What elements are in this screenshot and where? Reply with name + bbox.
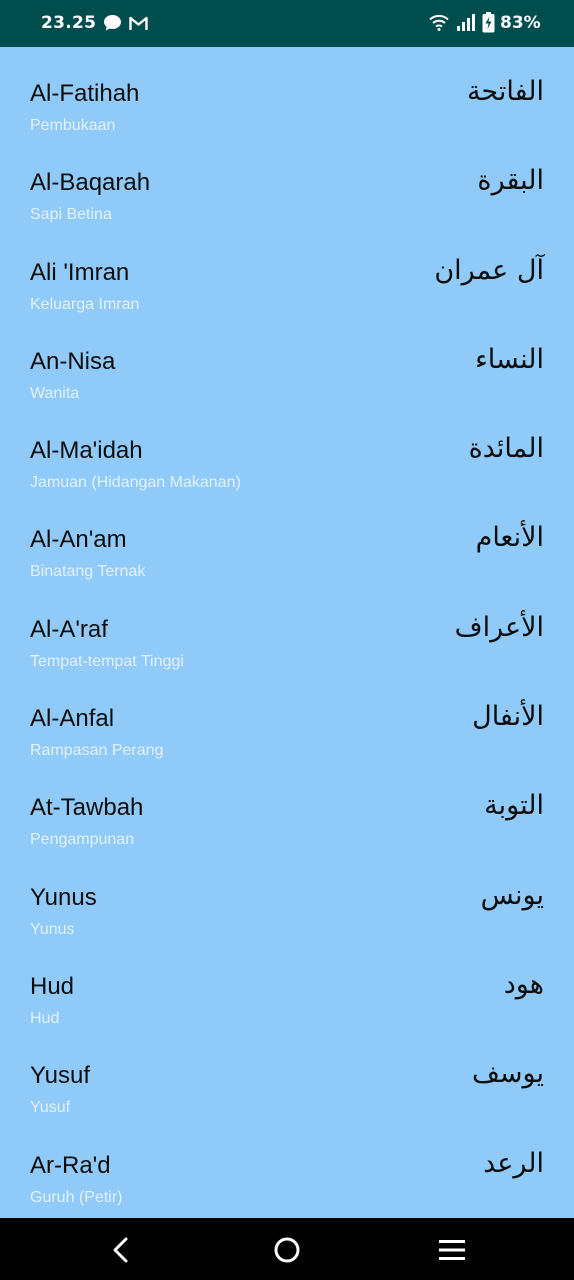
surah-list-item[interactable]: Al-An'am Binatang Ternak الأنعام xyxy=(0,493,574,582)
surah-list-item[interactable]: Ali 'Imran Keluarga Imran آل عمران xyxy=(0,226,574,315)
surah-arabic-name: التوبة xyxy=(484,790,544,822)
status-time: 23.25 xyxy=(41,13,97,33)
surah-meaning: Yusuf xyxy=(30,1099,71,1117)
surah-meaning: Wanita xyxy=(30,384,80,402)
surah-arabic-name: هود xyxy=(503,968,544,1000)
wifi-icon xyxy=(429,14,449,31)
surah-list-item[interactable]: Al-Baqarah Sapi Betina البقرة xyxy=(0,136,574,225)
chat-icon xyxy=(104,15,121,31)
surah-arabic-name: الفاتحة xyxy=(466,76,544,107)
surah-list-item[interactable]: Al-Ma'idah Jamuan (Hidangan Makanan) المائ… xyxy=(0,404,574,493)
surah-latin-name: Al-Baqarah xyxy=(30,169,151,197)
surah-list-item[interactable]: An-Nisa Wanita النساء xyxy=(0,315,574,404)
surah-arabic-name: الأنعام xyxy=(475,522,544,554)
surah-latin-name: Al-An'am xyxy=(30,526,127,554)
surah-latin-name: Al-Anfal xyxy=(30,705,115,733)
surah-meaning: Keluarga Imran xyxy=(30,295,140,313)
surah-meaning: Pengampunan xyxy=(30,831,135,849)
surah-list-item[interactable]: Al-A'raf Tempat-tempat Tinggi الأعراف xyxy=(0,583,574,672)
surah-meaning: Binatang Ternak xyxy=(30,563,146,581)
home-icon[interactable] xyxy=(272,1235,302,1265)
surah-arabic-name: الرعد xyxy=(483,1147,544,1179)
surah-list: Al-Fatihah Pembukaan الفاتحة Al-Baqarah Sapi… xyxy=(0,47,574,1208)
surah-latin-name: At-Tawbah xyxy=(30,794,144,822)
signal-icon xyxy=(457,14,475,31)
surah-arabic-name: الأعراف xyxy=(454,611,544,643)
surah-latin-name: Ar-Ra'd xyxy=(30,1151,111,1179)
menu-icon[interactable] xyxy=(437,1235,467,1265)
surah-latin-name: Hud xyxy=(30,972,75,1000)
surah-meaning: Yunus xyxy=(30,920,75,938)
surah-meaning: Pembukaan xyxy=(30,117,116,134)
surah-latin-name: Ali 'Imran xyxy=(30,258,130,286)
surah-list-item[interactable]: Ar-Ra'd Guruh (Petir) الرعد xyxy=(0,1119,574,1208)
surah-latin-name: Al-A'raf xyxy=(30,615,108,643)
surah-meaning: Guruh (Petir) xyxy=(30,1188,123,1206)
surah-list-item[interactable]: Yusuf Yusuf يوسف xyxy=(0,1029,574,1118)
battery-icon xyxy=(482,12,495,33)
surah-meaning: Rampasan Perang xyxy=(30,742,164,760)
surah-list-item[interactable]: Al-Anfal Rampasan Perang الأنفال xyxy=(0,672,574,761)
battery-percent: 83% xyxy=(500,13,541,33)
surah-latin-name: Yusuf xyxy=(30,1062,91,1090)
surah-latin-name: An-Nisa xyxy=(30,347,116,375)
surah-meaning: Hud xyxy=(30,1009,60,1027)
surah-arabic-name: الأنفال xyxy=(472,701,544,733)
surah-list-item[interactable]: Al-Fatihah Pembukaan الفاتحة xyxy=(0,47,574,136)
surah-latin-name: Al-Fatihah xyxy=(30,80,140,107)
gmail-icon xyxy=(129,16,148,30)
surah-arabic-name: المائدة xyxy=(468,433,544,465)
surah-meaning: Sapi Betina xyxy=(30,206,112,224)
surah-arabic-name: يوسف xyxy=(471,1058,544,1090)
surah-latin-name: Al-Ma'idah xyxy=(30,437,143,465)
surah-list-item[interactable]: Hud Hud هود xyxy=(0,940,574,1029)
back-icon[interactable] xyxy=(106,1235,136,1265)
surah-list-item[interactable]: Yunus Yunus يونس xyxy=(0,851,574,940)
surah-arabic-name: النساء xyxy=(475,343,544,375)
surah-arabic-name: يونس xyxy=(480,879,544,911)
surah-arabic-name: البقرة xyxy=(477,165,544,197)
surah-meaning: Jamuan (Hidangan Makanan) xyxy=(30,474,241,492)
status-bar: 23.25 83% xyxy=(0,0,574,47)
navigation-bar xyxy=(0,1218,574,1280)
surah-latin-name: Yunus xyxy=(30,883,97,911)
surah-list-item[interactable]: At-Tawbah Pengampunan التوبة xyxy=(0,761,574,850)
surah-meaning: Tempat-tempat Tinggi xyxy=(30,652,184,670)
surah-arabic-name: آل عمران xyxy=(434,254,544,286)
